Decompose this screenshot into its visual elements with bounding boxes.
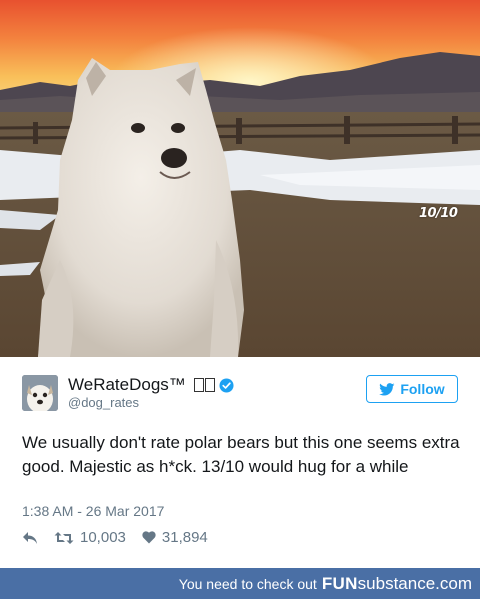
brand-substance: substance (357, 573, 436, 593)
follow-button[interactable]: Follow (366, 375, 458, 403)
display-name[interactable]: WeRateDogs™ (68, 375, 186, 395)
heart-icon (142, 531, 156, 544)
dog-photo (0, 0, 480, 357)
emoji-placeholder-icon (193, 378, 215, 392)
brand-tld: .com (435, 573, 472, 593)
handle[interactable]: @dog_rates (68, 395, 139, 410)
verified-badge-icon (219, 377, 234, 393)
tweet-timestamp[interactable]: 1:38 AM - 26 Mar 2017 (22, 503, 164, 519)
funsubstance-footer[interactable]: You need to check out FUN substance .com (0, 568, 480, 599)
reply-icon (23, 531, 37, 544)
retweet-icon (54, 531, 74, 544)
like-count: 31,894 (161, 529, 208, 546)
tweet-card: WeRateDogs™ @dog_rates Follow We usually… (0, 357, 480, 568)
tweet-actions: 10,003 31,894 (22, 529, 224, 546)
retweet-action[interactable]: 10,003 (54, 529, 126, 546)
tweet-author: WeRateDogs™ (68, 375, 234, 395)
like-action[interactable]: 31,894 (142, 529, 208, 546)
avatar-dog-icon (22, 375, 58, 411)
twitter-bird-icon (379, 382, 395, 395)
tweet-text: We usually don't rate polar bears but th… (22, 433, 460, 476)
retweet-count: 10,003 (80, 529, 126, 546)
reply-action[interactable] (22, 531, 38, 545)
photo-watermark: 10/10 (419, 206, 458, 221)
follow-label: Follow (400, 381, 445, 397)
dog-photo-illustration (0, 0, 480, 357)
avatar[interactable] (22, 375, 58, 411)
footer-lead-text: You need to check out (178, 575, 317, 592)
brand-fun: FUN (321, 573, 358, 593)
